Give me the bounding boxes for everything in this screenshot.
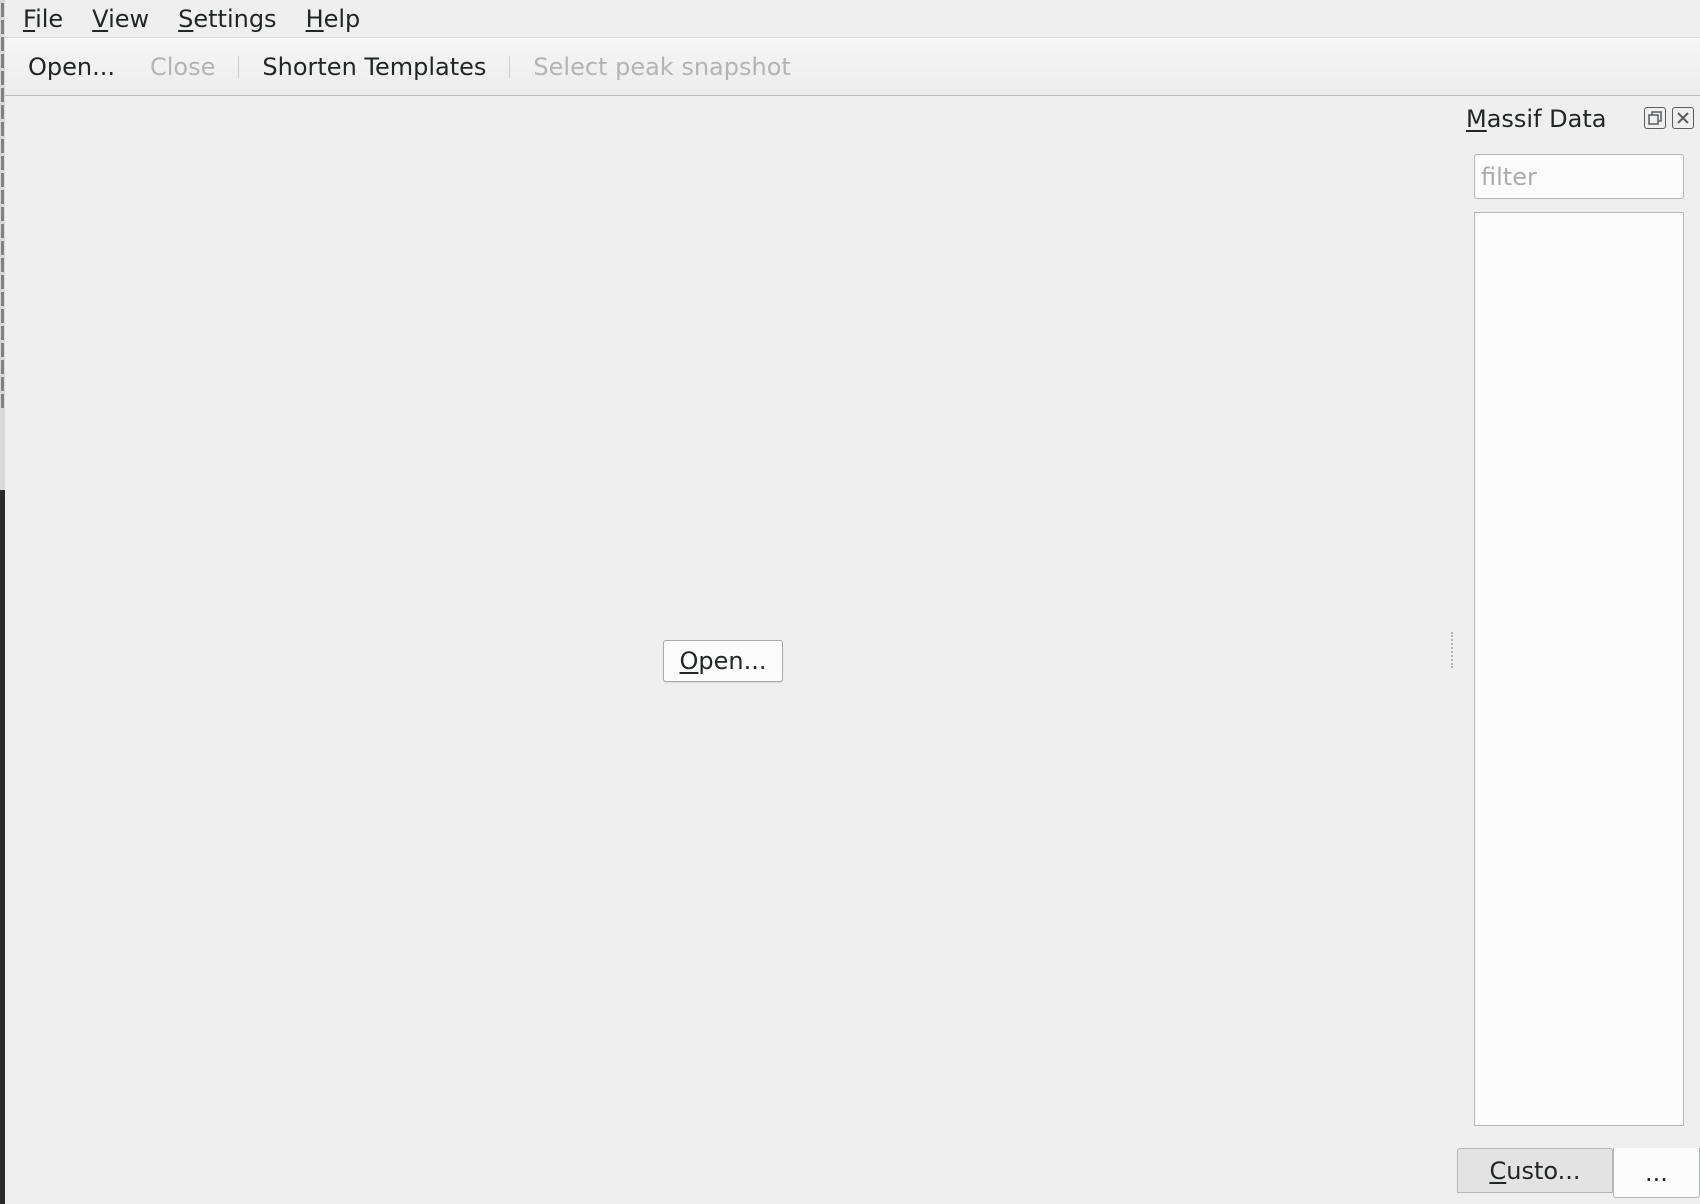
custom-button-mnemonic: C	[1489, 1156, 1507, 1185]
toolbar-shorten-templates-button[interactable]: Shorten Templates	[262, 53, 486, 81]
toolbar-open-button[interactable]: Open...	[28, 53, 115, 81]
dock-splitter-handle[interactable]	[1451, 632, 1453, 668]
dock-title-label: assif Data	[1486, 105, 1607, 133]
menu-settings[interactable]: Settings	[178, 5, 276, 33]
toolbar-separator	[509, 55, 511, 78]
dock-title: Massif Data	[1466, 105, 1606, 133]
massif-data-dock: Massif Data Custo... ...	[1457, 97, 1700, 1204]
menubar: File View Settings Help	[5, 0, 1700, 37]
menu-settings-label: ettings	[193, 4, 277, 33]
filter-input[interactable]	[1474, 154, 1684, 199]
menu-settings-mnemonic: S	[178, 4, 194, 33]
center-open-label: pen...	[698, 647, 767, 675]
menu-help-mnemonic: H	[305, 4, 324, 33]
center-open-mnemonic: O	[679, 647, 699, 675]
massif-visualizer-window: File View Settings Help Open... Close Sh…	[5, 0, 1700, 1204]
dock-title-buttons	[1644, 107, 1694, 129]
central-area: Open...	[5, 97, 1450, 1204]
menu-help-label: elp	[323, 4, 361, 33]
menu-file[interactable]: File	[23, 5, 63, 33]
toolbar-separator	[238, 55, 240, 78]
menu-view-label: iew	[108, 4, 150, 33]
data-tree-view[interactable]	[1474, 212, 1684, 1126]
more-button[interactable]: ...	[1613, 1148, 1700, 1198]
custom-button[interactable]: Custo...	[1457, 1148, 1613, 1193]
custom-button-label: usto...	[1506, 1156, 1581, 1185]
menu-view[interactable]: View	[92, 5, 149, 33]
float-icon[interactable]	[1644, 107, 1666, 129]
menu-help[interactable]: Help	[306, 5, 361, 33]
menu-file-mnemonic: F	[23, 4, 36, 33]
toolbar-select-peak-snapshot-button[interactable]: Select peak snapshot	[533, 53, 790, 81]
center-open-button[interactable]: Open...	[663, 640, 783, 682]
menu-file-label: ile	[35, 4, 64, 33]
dock-title-mnemonic: M	[1466, 105, 1487, 133]
menu-view-mnemonic: V	[92, 4, 109, 33]
toolbar-close-button[interactable]: Close	[150, 53, 215, 81]
main-toolbar: Open... Close Shorten Templates Select p…	[5, 37, 1700, 96]
close-icon[interactable]	[1672, 107, 1694, 129]
